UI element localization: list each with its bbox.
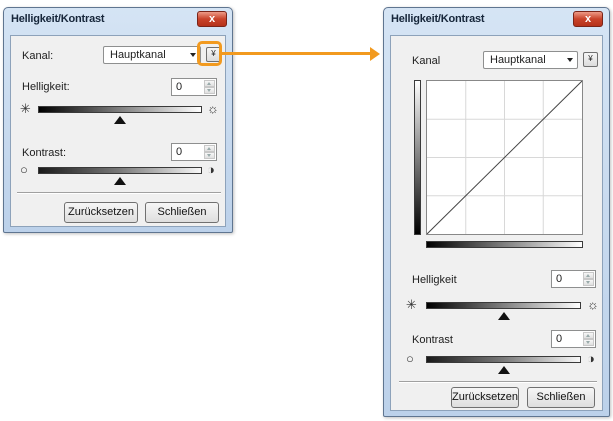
contrast-label: Kontrast	[412, 334, 453, 346]
chevron-down-icon	[190, 53, 196, 57]
dialog-title: Helligkeit/Kontrast	[11, 13, 105, 25]
reset-button[interactable]: Zurücksetzen	[451, 387, 519, 408]
contrast-input[interactable]: 0	[551, 330, 596, 348]
spin-down-icon[interactable]	[204, 152, 215, 159]
brightness-spinner[interactable]	[583, 272, 594, 286]
brightness-high-icon: ☼	[207, 101, 219, 116]
brightness-value: 0	[176, 81, 183, 93]
brightness-low-icon: ✳	[20, 101, 31, 116]
dialog-client: Kanal: Hauptkanal ¥ Helligkeit: 0 ✳ ☼ Ko…	[10, 35, 226, 227]
close-button[interactable]: Schließen	[145, 202, 219, 223]
brightness-slider-track[interactable]	[426, 302, 581, 309]
spin-down-icon[interactable]	[204, 87, 215, 94]
spin-up-icon[interactable]	[204, 80, 215, 87]
contrast-slider-track[interactable]	[38, 167, 202, 174]
spin-down-icon[interactable]	[583, 279, 594, 286]
tone-curve-graph[interactable]	[426, 80, 583, 235]
contrast-value: 0	[556, 333, 563, 345]
contrast-input[interactable]: 0	[171, 143, 217, 161]
brightness-spinner[interactable]	[204, 80, 215, 94]
brightness-high-icon: ☼	[587, 297, 599, 312]
brightness-input[interactable]: 0	[551, 270, 596, 288]
channel-select[interactable]: Hauptkanal	[103, 46, 201, 64]
contrast-low-icon: ○	[406, 351, 414, 366]
spin-up-icon[interactable]	[583, 272, 594, 279]
dialog-large: Helligkeit/Kontrast x Kanal Hauptkanal ¥…	[383, 7, 610, 417]
contrast-spinner[interactable]	[204, 145, 215, 159]
channel-label: Kanal	[412, 55, 441, 67]
brightness-slider-track[interactable]	[38, 106, 202, 113]
contrast-label: Kontrast:	[22, 147, 67, 159]
spin-up-icon[interactable]	[583, 332, 594, 339]
title-bar[interactable]: Helligkeit/Kontrast x	[4, 8, 232, 32]
chevron-down-icon	[567, 58, 573, 62]
spin-down-icon[interactable]	[583, 339, 594, 346]
separator	[17, 192, 221, 194]
contrast-value: 0	[176, 146, 183, 158]
reset-button[interactable]: Zurücksetzen	[64, 202, 138, 223]
tone-curve-svg	[427, 81, 582, 234]
brightness-low-icon: ✳	[406, 297, 417, 312]
input-gradient-bar	[414, 80, 421, 235]
close-button[interactable]: Schließen	[527, 387, 595, 408]
channel-select-value: Hauptkanal	[110, 49, 166, 61]
output-gradient-bar	[426, 241, 583, 248]
contrast-spinner[interactable]	[583, 332, 594, 346]
contrast-high-icon: ◑	[587, 351, 595, 366]
close-window-button[interactable]: x	[197, 11, 227, 27]
dialog-client: Kanal Hauptkanal ¥ Helligkeit 0 ✳ ☼ Kont…	[390, 35, 603, 411]
callout-arrow-head	[370, 47, 380, 61]
contrast-high-icon: ◑	[207, 162, 215, 177]
brightness-slider-thumb[interactable]	[114, 116, 126, 124]
brightness-label: Helligkeit:	[22, 81, 70, 93]
contrast-slider-thumb[interactable]	[497, 366, 510, 374]
separator	[399, 381, 597, 383]
expand-button-highlight	[197, 41, 222, 66]
brightness-label: Helligkeit	[412, 274, 457, 286]
brightness-input[interactable]: 0	[171, 78, 217, 96]
close-window-button[interactable]: x	[573, 11, 603, 27]
brightness-value: 0	[556, 273, 563, 285]
spin-up-icon[interactable]	[204, 145, 215, 152]
contrast-slider-track[interactable]	[426, 356, 581, 363]
title-bar[interactable]: Helligkeit/Kontrast x	[384, 8, 609, 32]
collapse-button[interactable]: ¥	[583, 52, 598, 67]
contrast-low-icon: ○	[20, 162, 28, 177]
callout-arrow-line	[222, 52, 371, 55]
channel-select[interactable]: Hauptkanal	[483, 51, 578, 69]
contrast-slider-thumb[interactable]	[114, 177, 126, 185]
dialog-title: Helligkeit/Kontrast	[391, 13, 485, 25]
brightness-slider-thumb[interactable]	[497, 312, 510, 320]
channel-label: Kanal:	[22, 50, 54, 62]
channel-select-value: Hauptkanal	[490, 54, 546, 66]
